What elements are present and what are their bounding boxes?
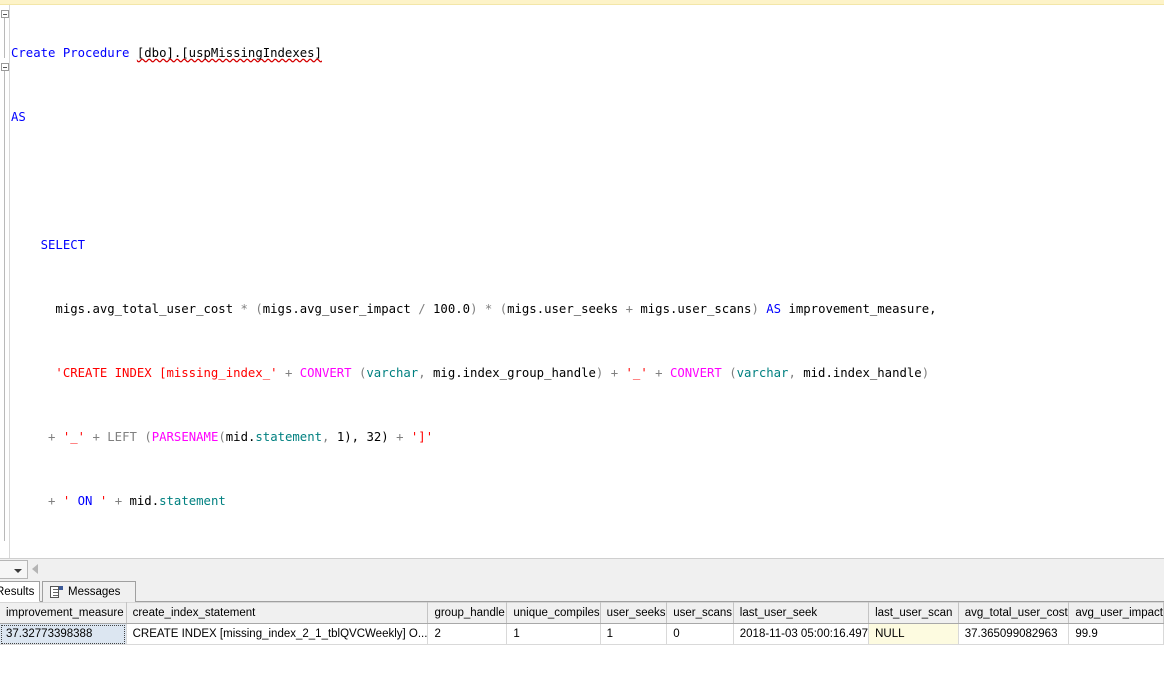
outline-collapse-box-select[interactable] bbox=[1, 63, 9, 71]
cell-create-index-statement[interactable]: CREATE INDEX [missing_index_2_1_tblQVCWe… bbox=[126, 623, 429, 645]
col-header-group-handle[interactable]: group_handle bbox=[427, 602, 508, 624]
col-header-avg-total-user-cost[interactable]: avg_total_user_cost bbox=[958, 602, 1070, 624]
outline-bracket-line bbox=[4, 18, 5, 58]
editor-horizontal-scrollbar[interactable] bbox=[0, 558, 1164, 580]
code-line: AS bbox=[11, 110, 26, 124]
cell-last-user-seek[interactable]: 2018-11-03 05:00:16.497 bbox=[733, 623, 870, 645]
code-line: SELECT bbox=[40, 238, 86, 252]
col-header-user-scans[interactable]: user_scans bbox=[666, 602, 734, 624]
tab-messages[interactable]: Messages bbox=[42, 581, 136, 602]
ssms-query-window: Create Procedure [dbo].[uspMissingIndexe… bbox=[0, 0, 1164, 687]
col-header-avg-user-impact[interactable]: avg_user_impact bbox=[1068, 602, 1164, 624]
code-line: 'CREATE INDEX [missing_index_' + CONVERT… bbox=[55, 366, 930, 380]
messages-page-icon bbox=[50, 585, 63, 599]
tab-results[interactable]: Results bbox=[0, 581, 40, 602]
code-line: + ' (' + ISNULL (mid.equality_columns,''… bbox=[11, 549, 1164, 558]
scroll-left-arrow-icon[interactable] bbox=[32, 564, 38, 574]
col-header-user-seeks[interactable]: user_seeks bbox=[600, 602, 668, 624]
cell-unique-compiles[interactable]: 1 bbox=[506, 623, 601, 645]
chevron-down-icon[interactable] bbox=[14, 569, 22, 573]
tab-messages-label: Messages bbox=[68, 586, 121, 598]
cell-user-seeks[interactable]: 1 bbox=[600, 623, 668, 645]
col-header-last-user-seek[interactable]: last_user_seek bbox=[733, 602, 870, 624]
code-line: Create Procedure [dbo].[uspMissingIndexe… bbox=[11, 46, 322, 60]
editor-outline-gutter[interactable] bbox=[0, 5, 10, 558]
cell-group-handle[interactable]: 2 bbox=[427, 623, 508, 645]
results-tabstrip: Results Messages bbox=[0, 580, 1164, 602]
outline-collapse-box-procedure[interactable] bbox=[1, 10, 9, 18]
hscroll-track[interactable] bbox=[31, 561, 1164, 578]
grid-empty-area bbox=[0, 646, 1164, 687]
cell-avg-user-impact[interactable]: 99.9 bbox=[1068, 623, 1164, 645]
code-line: + ' ON ' + mid.statement bbox=[48, 494, 226, 508]
col-header-unique-compiles[interactable]: unique_compiles bbox=[506, 602, 601, 624]
code-line: + '_' + LEFT (PARSENAME(mid.statement, 1… bbox=[48, 430, 434, 444]
code-line: migs.avg_total_user_cost * (migs.avg_use… bbox=[55, 302, 937, 316]
outline-bracket-line bbox=[4, 71, 5, 541]
results-grid[interactable]: improvement_measure create_index_stateme… bbox=[0, 602, 1164, 687]
col-header-create-index-statement[interactable]: create_index_statement bbox=[126, 602, 429, 624]
cell-improvement-measure[interactable]: 37.32773398388 bbox=[0, 623, 127, 645]
sql-editor-pane[interactable]: Create Procedure [dbo].[uspMissingIndexe… bbox=[0, 5, 1164, 558]
cell-user-scans[interactable]: 0 bbox=[666, 623, 734, 645]
editor-zoom-combo[interactable] bbox=[0, 560, 28, 579]
sql-code-text[interactable]: Create Procedure [dbo].[uspMissingIndexe… bbox=[11, 5, 1164, 558]
cell-avg-total-user-cost[interactable]: 37.365099082963 bbox=[958, 623, 1070, 645]
col-header-improvement-measure[interactable]: improvement_measure bbox=[0, 602, 127, 624]
table-header-row: improvement_measure create_index_stateme… bbox=[0, 602, 1164, 624]
tab-results-label: Results bbox=[0, 585, 35, 598]
cell-last-user-scan[interactable]: NULL bbox=[868, 623, 959, 645]
results-table: improvement_measure create_index_stateme… bbox=[0, 602, 1164, 645]
table-row[interactable]: 37.32773398388 CREATE INDEX [missing_ind… bbox=[0, 623, 1164, 645]
col-header-last-user-scan[interactable]: last_user_scan bbox=[868, 602, 959, 624]
